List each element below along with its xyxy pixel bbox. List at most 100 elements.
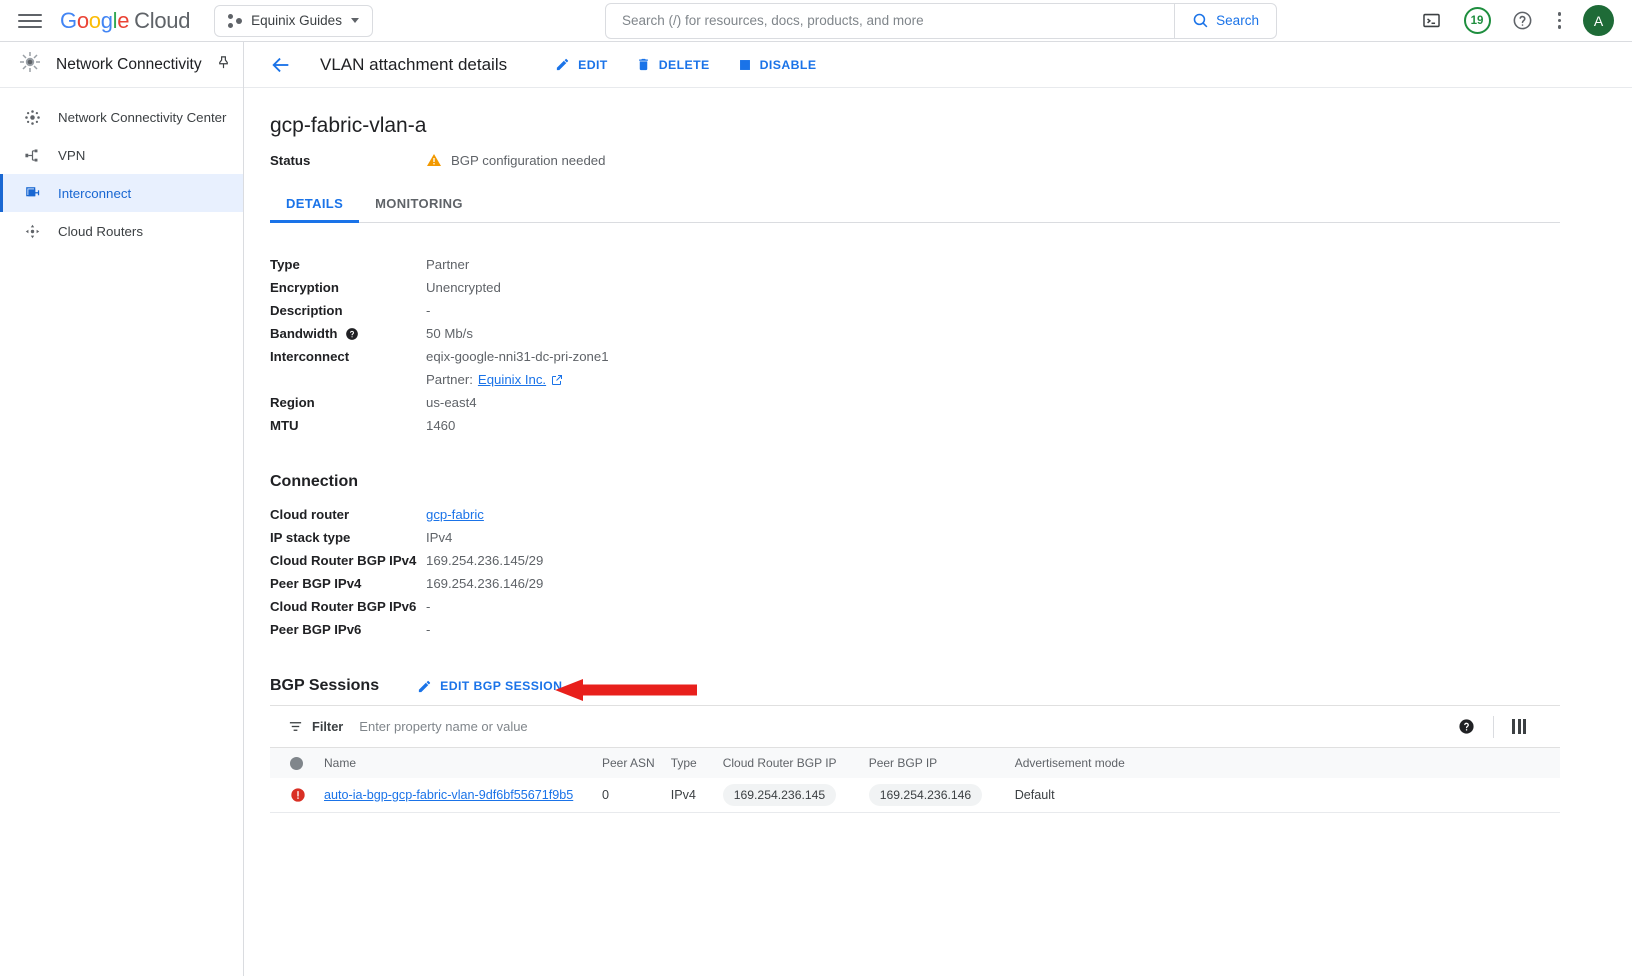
sidebar-nav: Network Connectivity Center VPN Intercon… xyxy=(0,88,243,250)
column-header-status xyxy=(270,748,316,778)
help-circle-icon[interactable] xyxy=(1510,8,1536,34)
tab-monitoring[interactable]: MONITORING xyxy=(359,196,479,222)
page-header: VLAN attachment details EDIT DELETE DISA… xyxy=(244,42,1632,88)
google-cloud-logo[interactable]: Google Cloud xyxy=(60,8,190,34)
row-peer-asn: 0 xyxy=(602,787,610,802)
detail-row-description: Description - xyxy=(270,299,1632,322)
edit-bgp-session-button[interactable]: EDIT BGP SESSION xyxy=(417,679,562,694)
search-input[interactable] xyxy=(605,3,1175,38)
help-circle-icon[interactable] xyxy=(345,327,359,341)
back-arrow-icon[interactable] xyxy=(270,54,292,76)
project-name-label: Equinix Guides xyxy=(251,13,342,28)
main-content: VLAN attachment details EDIT DELETE DISA… xyxy=(244,42,1632,976)
external-link-icon[interactable] xyxy=(551,374,563,386)
column-header-peer-asn[interactable]: Peer ASN xyxy=(594,748,663,778)
notifications-badge[interactable]: 19 xyxy=(1463,7,1491,34)
column-header-name[interactable]: Name xyxy=(316,748,594,778)
table-help-icon[interactable] xyxy=(1440,718,1493,735)
column-header-peer-bgp-ip[interactable]: Peer BGP IP xyxy=(861,748,1007,778)
page-title: VLAN attachment details xyxy=(320,54,508,74)
status-row: Status BGP configuration needed xyxy=(270,152,1632,168)
status-value: BGP configuration needed xyxy=(451,152,606,168)
error-circle-icon xyxy=(290,787,308,803)
detail-value: 1460 xyxy=(426,418,456,433)
connection-section-title: Connection xyxy=(270,473,358,490)
delete-button[interactable]: DELETE xyxy=(636,57,710,72)
topbar-actions: 19 A xyxy=(1419,5,1621,36)
square-icon xyxy=(739,59,750,70)
pin-icon[interactable] xyxy=(216,55,231,75)
table-header-row: Name Peer ASN Type Cloud Router BGP IP P… xyxy=(270,748,1560,778)
detail-value: us-east4 xyxy=(426,395,477,410)
edit-button-label: EDIT xyxy=(578,57,608,72)
column-header-advertisement-mode[interactable]: Advertisement mode xyxy=(1007,748,1560,778)
project-selector[interactable]: Equinix Guides xyxy=(214,4,373,37)
tab-monitoring-label: MONITORING xyxy=(375,196,463,211)
top-app-bar: GoogleCloud Equinix Guides Search 19 xyxy=(0,0,1632,42)
status-dot-icon xyxy=(290,756,303,770)
bgp-sessions-title: BGP Sessions xyxy=(270,677,380,694)
status-label: Status xyxy=(270,152,311,168)
hamburger-menu-icon[interactable] xyxy=(18,9,42,33)
search-bar[interactable]: Search xyxy=(604,2,1277,39)
filter-label[interactable]: Filter xyxy=(288,719,343,734)
connection-value: - xyxy=(426,599,431,614)
detail-key: MTU xyxy=(270,418,299,433)
filter-label-text: Filter xyxy=(312,719,344,734)
detail-content: gcp-fabric-vlan-a Status BGP configurati… xyxy=(244,88,1632,813)
sidebar: Network Connectivity Network Connectivit… xyxy=(0,42,244,976)
search-button[interactable]: Search xyxy=(1174,3,1276,38)
pencil-icon xyxy=(418,680,431,692)
detail-value: 50 Mb/s xyxy=(426,326,473,341)
column-settings-icon[interactable] xyxy=(1494,719,1542,734)
row-cloud-router-bgp-ip: 169.254.236.145 xyxy=(722,783,837,806)
partner-link[interactable]: Equinix Inc. xyxy=(478,368,546,391)
filter-icon xyxy=(289,722,302,731)
cloud-router-link[interactable]: gcp-fabric xyxy=(426,507,484,522)
column-header-type[interactable]: Type xyxy=(663,748,715,778)
connection-key: Cloud Router BGP IPv4 xyxy=(270,553,417,568)
row-advertisement-mode: Default xyxy=(1014,787,1055,802)
partner-prefix: Partner: xyxy=(426,372,473,387)
detail-row-region: Region us-east4 xyxy=(270,391,1632,414)
disable-button[interactable]: DISABLE xyxy=(738,58,817,72)
detail-key: Interconnect xyxy=(270,349,350,364)
avatar[interactable]: A xyxy=(1583,5,1614,36)
notifications-count: 19 xyxy=(1470,14,1484,27)
red-annotation-arrow xyxy=(555,679,697,701)
logo-cloud-text: Cloud xyxy=(134,7,191,33)
detail-key: Region xyxy=(270,395,315,410)
detail-key: Type xyxy=(270,257,300,272)
connection-key: Peer BGP IPv4 xyxy=(270,576,362,591)
network-connectivity-product-icon xyxy=(18,50,42,79)
bgp-session-name-link[interactable]: auto-ia-bgp-gcp-fabric-vlan-9df6bf55671f… xyxy=(324,788,573,802)
detail-value: eqix-google-nni31-dc-pri-zone1 xyxy=(426,349,609,364)
sidebar-item-label: VPN xyxy=(58,147,86,163)
edit-button[interactable]: EDIT xyxy=(555,57,608,72)
table-row[interactable]: auto-ia-bgp-gcp-fabric-vlan-9df6bf55671f… xyxy=(270,778,1560,812)
detail-key: Encryption xyxy=(270,280,339,295)
sidebar-item-network-connectivity-center[interactable]: Network Connectivity Center xyxy=(0,98,243,136)
tab-details[interactable]: DETAILS xyxy=(270,196,360,223)
kebab-menu-icon[interactable] xyxy=(1555,9,1565,32)
search-icon xyxy=(1193,13,1208,28)
connection-row-cloud-router-bgp-ipv6: Cloud Router BGP IPv6 - xyxy=(270,595,1632,618)
edit-bgp-session-label: EDIT BGP SESSION xyxy=(440,679,563,693)
trash-icon xyxy=(638,58,648,71)
vpn-icon xyxy=(22,145,42,165)
connection-value: 169.254.236.145/29 xyxy=(426,553,544,568)
filter-input[interactable] xyxy=(359,719,1440,734)
sidebar-header: Network Connectivity xyxy=(0,42,243,88)
sidebar-item-cloud-routers[interactable]: Cloud Routers xyxy=(0,212,243,250)
sidebar-item-interconnect[interactable]: Interconnect xyxy=(0,174,243,212)
cloud-shell-icon[interactable] xyxy=(1419,8,1445,34)
project-dots-icon xyxy=(228,13,243,28)
detail-value: Partner xyxy=(426,257,470,272)
connection-row-peer-bgp-ipv4: Peer BGP IPv4 169.254.236.146/29 xyxy=(270,572,1632,595)
row-type: IPv4 xyxy=(670,787,696,802)
tab-bar: DETAILS MONITORING xyxy=(270,196,1560,223)
connection-value: IPv4 xyxy=(426,530,453,545)
sidebar-item-vpn[interactable]: VPN xyxy=(0,136,243,174)
column-header-cloud-router-bgp-ip[interactable]: Cloud Router BGP IP xyxy=(715,748,861,778)
connection-row-cloud-router-bgp-ipv4: Cloud Router BGP IPv4 169.254.236.145/29 xyxy=(270,549,1632,572)
